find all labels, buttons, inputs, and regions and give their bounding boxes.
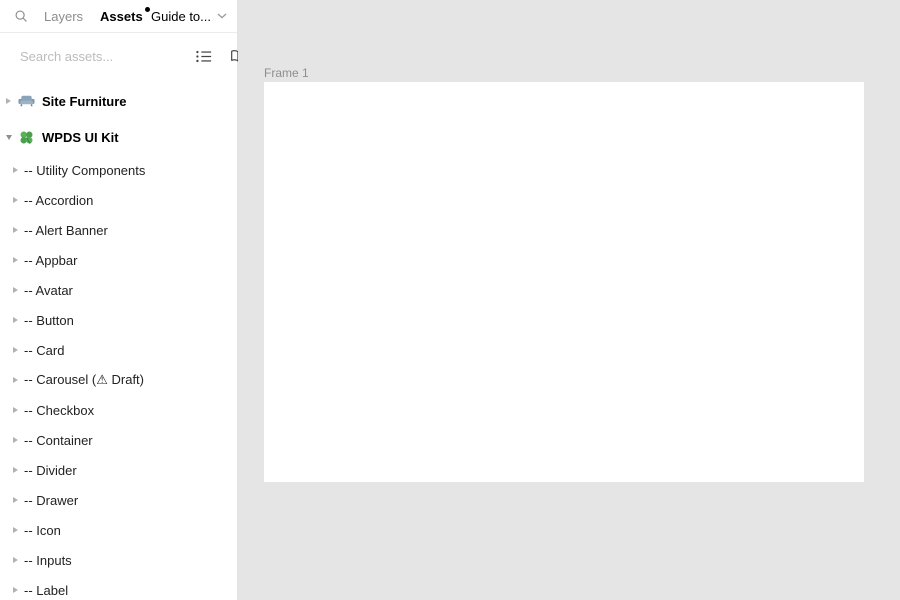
tree-item-component[interactable]: -- Divider <box>0 455 237 485</box>
tree-item-component[interactable]: -- Carousel (⚠ Draft) <box>0 365 237 395</box>
tree-item-component[interactable]: -- Avatar <box>0 275 237 305</box>
chevron-right-icon[interactable] <box>13 527 24 533</box>
chevron-right-icon[interactable] <box>13 587 24 593</box>
search-assets-input[interactable] <box>20 49 196 64</box>
tab-assets[interactable]: Assets <box>100 9 149 24</box>
page-selector-menu[interactable]: Guide to... <box>151 9 227 24</box>
assets-tree: Site Furniture WPDS UI Kit -- Utility C <box>0 79 237 600</box>
tree-item-label: -- Drawer <box>24 493 78 508</box>
tree-item-label: -- Button <box>24 313 74 328</box>
chevron-right-icon[interactable] <box>13 287 24 293</box>
tree-item-label: WPDS UI Kit <box>42 130 119 145</box>
panel-tabs: Layers Assets <box>44 9 149 24</box>
search-icon[interactable] <box>14 9 28 23</box>
tree-item-component[interactable]: -- Button <box>0 305 237 335</box>
tree-item-component[interactable]: -- Label <box>0 575 237 600</box>
chevron-right-icon[interactable] <box>13 557 24 563</box>
tree-item-label: -- Accordion <box>24 193 93 208</box>
tree-item-component[interactable]: -- Checkbox <box>0 395 237 425</box>
tree-item-component[interactable]: -- Accordion <box>0 185 237 215</box>
chevron-right-icon[interactable] <box>13 347 24 353</box>
chevron-right-icon[interactable] <box>13 317 24 323</box>
tree-item-label: -- Utility Components <box>24 163 145 178</box>
tree-item-component[interactable]: -- Drawer <box>0 485 237 515</box>
tree-item-label: -- Carousel (⚠ Draft) <box>24 372 144 388</box>
panel-tab-bar: Layers Assets Guide to... <box>0 0 237 33</box>
tree-children: -- Utility Components -- Accordion -- Al… <box>0 155 237 600</box>
tree-item-label: -- Icon <box>24 523 61 538</box>
chevron-right-icon[interactable] <box>6 98 17 104</box>
tree-item-component[interactable]: -- Appbar <box>0 245 237 275</box>
chevron-right-icon[interactable] <box>13 197 24 203</box>
tree-item-label: Site Furniture <box>42 94 127 109</box>
chevron-right-icon[interactable] <box>13 497 24 503</box>
tree-item-label: -- Container <box>24 433 93 448</box>
tree-item-label: -- Card <box>24 343 64 358</box>
chevron-down-icon <box>217 13 227 19</box>
tree-item-component[interactable]: -- Container <box>0 425 237 455</box>
tree-item-label: -- Label <box>24 583 68 598</box>
tree-item-label: -- Alert Banner <box>24 223 108 238</box>
tree-item-component[interactable]: -- Icon <box>0 515 237 545</box>
list-view-icon[interactable] <box>196 50 212 63</box>
couch-icon <box>18 94 35 109</box>
tree-item-component[interactable]: -- Alert Banner <box>0 215 237 245</box>
frame-title[interactable]: Frame 1 <box>264 66 309 80</box>
asset-search-row <box>0 33 237 79</box>
chevron-right-icon[interactable] <box>13 437 24 443</box>
tab-layers[interactable]: Layers <box>44 9 83 24</box>
figma-app: Layers Assets Guide to... <box>0 0 900 600</box>
tree-item-label: -- Appbar <box>24 253 77 268</box>
chevron-right-icon[interactable] <box>13 227 24 233</box>
tab-assets-label: Assets <box>100 9 143 24</box>
tree-item-wpds-ui-kit[interactable]: WPDS UI Kit <box>0 119 237 155</box>
chevron-right-icon[interactable] <box>13 467 24 473</box>
assets-notification-dot <box>145 7 150 12</box>
chevron-down-icon[interactable] <box>6 135 17 140</box>
tree-item-label: -- Inputs <box>24 553 72 568</box>
chevron-right-icon[interactable] <box>13 377 24 383</box>
chevron-right-icon[interactable] <box>13 407 24 413</box>
tree-item-component[interactable]: -- Utility Components <box>0 155 237 185</box>
tree-item-label: -- Avatar <box>24 283 73 298</box>
chevron-right-icon[interactable] <box>13 167 24 173</box>
tree-item-site-furniture[interactable]: Site Furniture <box>0 83 237 119</box>
chevron-right-icon[interactable] <box>13 257 24 263</box>
tree-item-label: -- Divider <box>24 463 77 478</box>
tree-item-label: -- Checkbox <box>24 403 94 418</box>
frame-1[interactable] <box>264 82 864 482</box>
page-selector-label: Guide to... <box>151 9 211 24</box>
canvas[interactable]: Frame 1 <box>238 0 900 600</box>
left-panel: Layers Assets Guide to... <box>0 0 238 600</box>
clover-icon <box>18 130 35 145</box>
tree-item-component[interactable]: -- Card <box>0 335 237 365</box>
tree-item-component[interactable]: -- Inputs <box>0 545 237 575</box>
